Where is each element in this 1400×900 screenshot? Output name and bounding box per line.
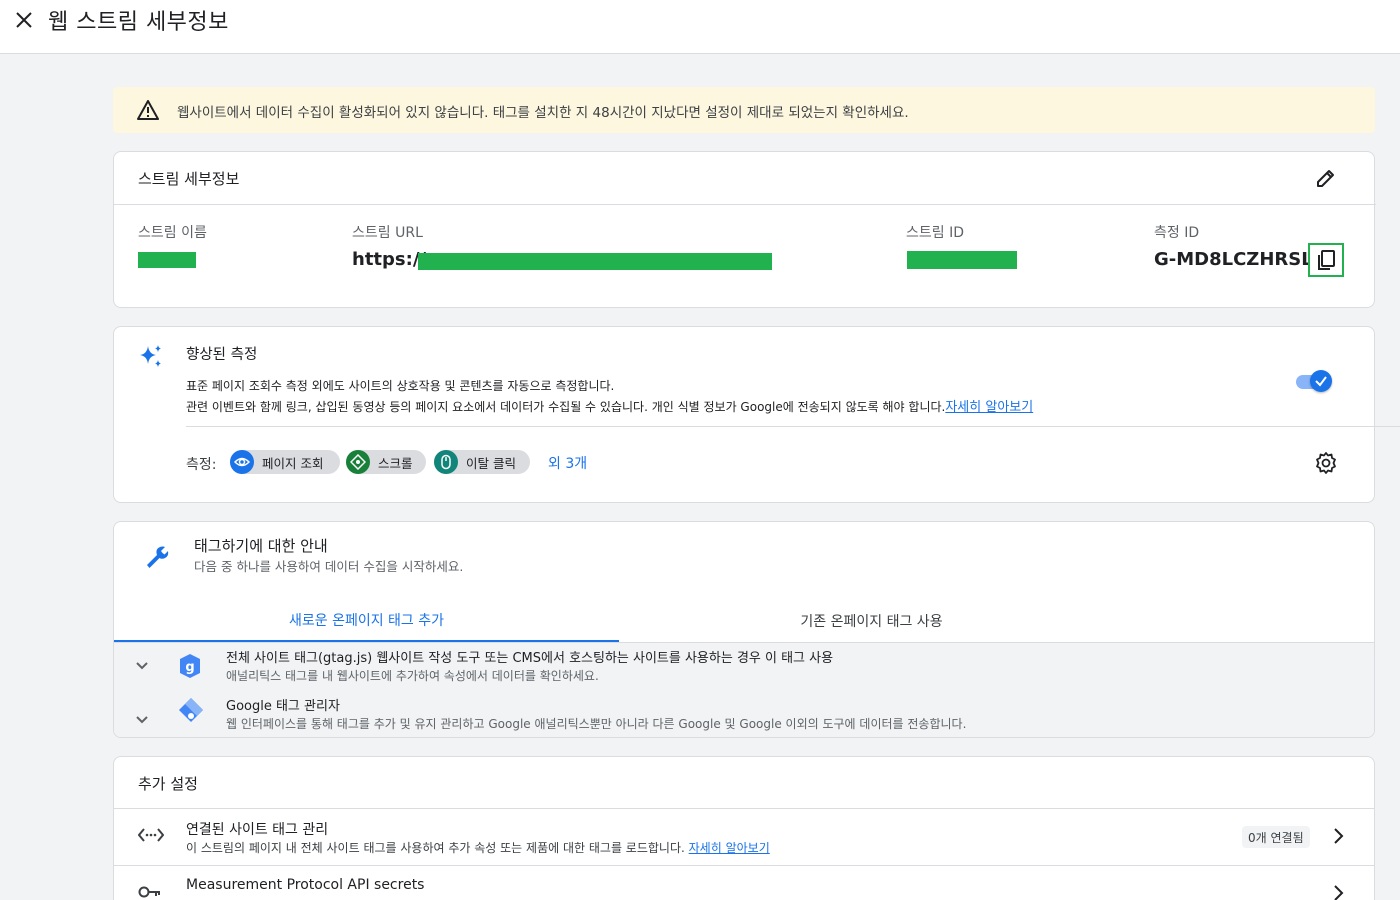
tagging-subtitle: 다음 중 하나를 사용하여 데이터 수집을 시작하세요. [194,559,464,574]
scroll-icon [346,450,370,474]
wrench-icon [147,546,169,568]
enhanced-measurement-desc: 표준 페이지 조회수 측정 외에도 사이트의 상호작용 및 콘텐츠를 자동으로 … [186,379,615,393]
gtag-icon: g [180,654,200,678]
warning-icon [137,100,159,120]
check-icon [1315,376,1327,387]
additional-settings-title: 추가 설정 [138,775,198,793]
row-desc: 이 스트림의 페이지 내 전체 사이트 태그를 사용하여 추가 속성 또는 제품… [186,841,689,855]
mouse-icon [434,450,458,474]
tagging-title: 태그하기에 대한 안내 [194,537,328,555]
sparkle-icon [140,345,161,367]
page-title: 웹 스트림 세부정보 [48,10,229,35]
close-button[interactable] [12,8,36,32]
option-gtag[interactable]: g 전체 사이트 태그(gtag.js) 웹사이트 작성 도구 또는 CMS에서… [114,643,1374,689]
measurement-protocol-row[interactable]: Measurement Protocol API secrets [114,866,1374,900]
stream-id-label: 스트림 ID [906,225,964,241]
tagging-instructions-card: 태그하기에 대한 안내 다음 중 하나를 사용하여 데이터 수집을 시작하세요.… [113,521,1375,738]
option-title: Google 태그 관리자 [226,699,340,714]
additional-settings-card: 추가 설정 연결된 사이트 태그 관리 이 스트림의 페이지 내 전체 사이트 … [113,756,1375,900]
chip-label: 이탈 클릭 [466,455,516,471]
measurement-id-value: G-MD8LCZHRSL [1154,249,1313,270]
row-desc-wrap: 이 스트림의 페이지 내 전체 사이트 태그를 사용하여 추가 속성 또는 제품… [186,839,770,856]
chip-page-view: 페이지 조회 [230,450,340,474]
chip-scroll: 스크롤 [346,450,426,474]
measurement-id-label: 측정 ID [1154,225,1200,241]
chevron-down-icon [136,716,148,724]
tab-existing-tag[interactable]: 기존 온페이지 태그 사용 [619,600,1124,642]
copy-button[interactable] [1308,243,1344,277]
key-icon [138,886,160,898]
row-title: 연결된 사이트 태그 관리 [186,822,329,838]
close-icon [16,12,32,28]
copy-icon [1318,250,1335,270]
stream-details-card: 스트림 세부정보 스트림 이름 스트림 URL https:// 스트림 ID … [113,151,1376,308]
chevron-right-icon [1334,828,1344,844]
row-title: Measurement Protocol API secrets [186,877,425,893]
gear-icon [1316,452,1336,474]
warning-banner: 웹사이트에서 데이터 수집이 활성화되어 있지 않습니다. 태그를 설치한 지 … [113,87,1375,133]
stream-url-redacted [418,253,772,270]
chevron-right-icon [1334,885,1344,900]
top-bar: 웹 스트림 세부정보 [0,0,1400,54]
chevron-down-icon [136,662,148,670]
chip-outbound-click: 이탈 클릭 [434,450,530,474]
divider [186,426,1400,427]
settings-button[interactable] [1314,451,1338,475]
option-title: 전체 사이트 태그(gtag.js) 웹사이트 작성 도구 또는 CMS에서 호… [226,651,834,666]
measurement-label: 측정: [186,457,217,473]
pencil-icon [1317,170,1334,187]
enhanced-measurement-title: 향상된 측정 [186,347,258,363]
option-desc: 애널리틱스 태그를 내 웹사이트에 추가하여 속성에서 데이터를 확인하세요. [226,669,599,683]
option-tag-manager[interactable]: Google 태그 관리자 웹 인터페이스를 통해 태그를 추가 및 유지 관리… [114,691,1374,737]
warning-text: 웹사이트에서 데이터 수집이 활성화되어 있지 않습니다. 태그를 설치한 지 … [177,105,909,121]
enhanced-measurement-desc-2: 관련 이벤트와 함께 링크, 삽입된 동영상 등의 페이지 요소에서 데이터가 … [186,396,1033,415]
chip-label: 스크롤 [378,455,413,471]
eye-icon [230,450,254,474]
tag-options: g 전체 사이트 태그(gtag.js) 웹사이트 작성 도구 또는 CMS에서… [114,642,1374,737]
connected-tags-row[interactable]: 연결된 사이트 태그 관리 이 스트림의 페이지 내 전체 사이트 태그를 사용… [114,809,1374,865]
stream-url-prefix: https:// [352,249,426,270]
stream-url-label: 스트림 URL [352,225,423,241]
learn-more-link[interactable]: 자세히 알아보기 [689,841,770,855]
edit-button[interactable] [1314,166,1338,190]
more-measurements-link[interactable]: 외 3개 [548,453,587,473]
stream-name-label: 스트림 이름 [138,225,207,241]
learn-more-link[interactable]: 자세히 알아보기 [945,400,1033,415]
toggle-thumb [1310,370,1332,392]
connected-count-badge: 0개 연결됨 [1242,826,1310,848]
stream-name-redacted [138,252,196,268]
enhanced-measurement-card: 향상된 측정 표준 페이지 조회수 측정 외에도 사이트의 상호작용 및 콘텐츠… [113,326,1400,503]
option-desc: 웹 인터페이스를 통해 태그를 추가 및 유지 관리하고 Google 애널리틱… [226,717,967,731]
enhanced-measurement-toggle[interactable] [1294,370,1332,392]
svg-text:g: g [185,660,194,675]
divider [114,204,1376,205]
stream-id-redacted [907,251,1017,269]
chip-label: 페이지 조회 [262,455,324,471]
stream-details-title: 스트림 세부정보 [138,170,240,188]
enhanced-measurement-desc-text: 관련 이벤트와 함께 링크, 삽입된 동영상 등의 페이지 요소에서 데이터가 … [186,400,946,414]
tab-new-tag[interactable]: 새로운 온페이지 태그 추가 [114,600,619,642]
tag-manager-icon [179,698,203,722]
code-icon [138,828,164,842]
